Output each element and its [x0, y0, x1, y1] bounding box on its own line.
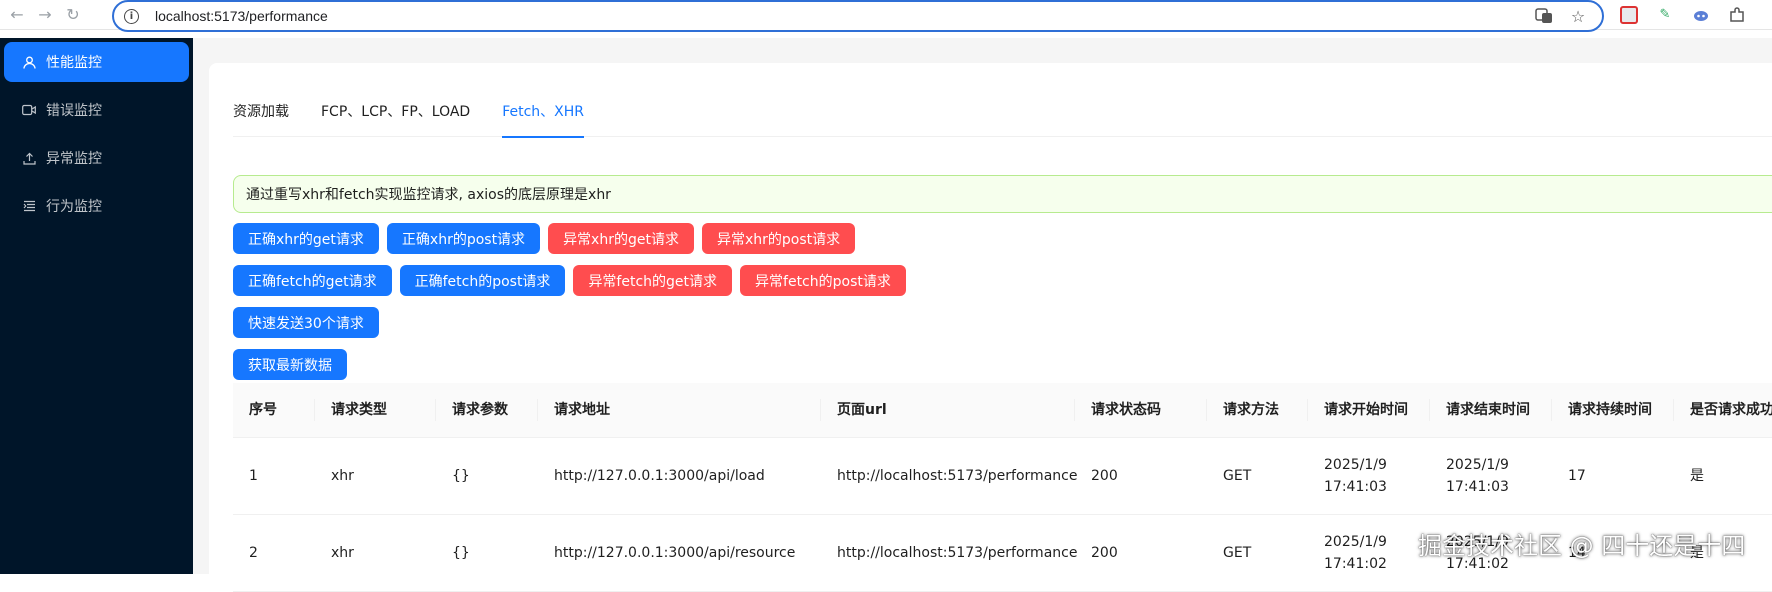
- table-cell: 2025/1/9 17:41:03: [1324, 457, 1387, 495]
- fetch-post-error-button[interactable]: 异常fetch的post请求: [740, 265, 906, 296]
- xhr-button-row: 正确xhr的get请求 正确xhr的post请求 异常xhr的get请求 异常x…: [233, 223, 856, 254]
- column-header: 请求状态码: [1075, 399, 1207, 421]
- content-card: 资源加载 FCP、LCP、FP、LOAD Fetch、XHR 通过重写xhr和f…: [209, 63, 1772, 592]
- site-info-icon[interactable]: i: [124, 8, 139, 24]
- table-cell: 200: [1091, 545, 1118, 561]
- tab-bar: 资源加载 FCP、LCP、FP、LOAD Fetch、XHR: [233, 99, 1772, 138]
- table-cell: xhr: [331, 468, 354, 484]
- fetch-latest-data-button[interactable]: 获取最新数据: [233, 349, 347, 380]
- send-30-requests-button[interactable]: 快速发送30个请求: [233, 307, 379, 338]
- column-header: 请求参数: [436, 399, 538, 421]
- table-header: 序号 请求类型 请求参数 请求地址 页面url 请求状态码 请求方法 请求开始时…: [233, 383, 1772, 438]
- table-cell: http://127.0.0.1:3000/api/resource: [554, 545, 796, 561]
- url-text[interactable]: localhost:5173/performance: [155, 8, 328, 24]
- sidebar-item-label: 异常监控: [46, 151, 102, 167]
- fetch-get-success-button[interactable]: 正确fetch的get请求: [233, 265, 392, 296]
- sidebar: 性能监控 错误监控 异常监控 行为监控: [0, 38, 193, 574]
- xhr-get-error-button[interactable]: 异常xhr的get请求: [548, 223, 694, 254]
- fetch-post-success-button[interactable]: 正确fetch的post请求: [399, 265, 566, 296]
- reload-icon[interactable]: ↻: [62, 4, 84, 26]
- table-cell: xhr: [331, 545, 354, 561]
- address-bar[interactable]: i localhost:5173/performance ☆: [112, 0, 1604, 32]
- xhr-post-success-button[interactable]: 正确xhr的post请求: [386, 223, 541, 254]
- tab-resource-loading[interactable]: 资源加载: [233, 99, 289, 137]
- column-header: 请求类型: [315, 399, 436, 421]
- table-row: 1 xhr {} http://127.0.0.1:3000/api/load …: [233, 438, 1772, 515]
- column-header: 请求开始时间: [1308, 399, 1430, 421]
- tab-fetch-xhr[interactable]: Fetch、XHR: [502, 99, 584, 138]
- column-header: 页面url: [821, 399, 1075, 421]
- extension-icon[interactable]: [1620, 6, 1638, 24]
- sidebar-item-errors[interactable]: 错误监控: [4, 90, 189, 130]
- table-cell: http://localhost:5173/performance: [837, 468, 1078, 484]
- table-cell: 2025/1/9 17:41:03: [1446, 457, 1509, 495]
- xhr-post-error-button[interactable]: 异常xhr的post请求: [701, 223, 856, 254]
- sidebar-item-label: 性能监控: [46, 55, 102, 71]
- watermark: 掘金技术社区 @ 四十还是十四: [1418, 532, 1746, 560]
- translate-icon[interactable]: [1534, 6, 1554, 26]
- column-header: 请求结束时间: [1430, 399, 1552, 421]
- column-header: 序号: [233, 399, 315, 421]
- column-header: 请求持续时间: [1552, 399, 1674, 421]
- table-cell: GET: [1223, 468, 1252, 484]
- main-content: 资源加载 FCP、LCP、FP、LOAD Fetch、XHR 通过重写xhr和f…: [193, 38, 1772, 592]
- user-icon: [22, 55, 36, 69]
- bulk-button-row: 快速发送30个请求: [233, 307, 379, 338]
- column-header: 请求方法: [1207, 399, 1308, 421]
- robot-extension-icon[interactable]: [1692, 6, 1710, 24]
- list-icon: [22, 199, 36, 213]
- bookmark-star-icon[interactable]: ☆: [1568, 6, 1588, 26]
- puzzle-extension-icon[interactable]: [1728, 6, 1746, 24]
- upload-icon: [22, 151, 36, 165]
- column-header: 请求地址: [538, 399, 821, 421]
- fetch-get-error-button[interactable]: 异常fetch的get请求: [573, 265, 733, 296]
- column-header: 是否请求成功: [1690, 402, 1772, 418]
- xhr-get-success-button[interactable]: 正确xhr的get请求: [233, 223, 379, 254]
- sidebar-item-exceptions[interactable]: 异常监控: [4, 138, 189, 178]
- back-icon[interactable]: ←: [6, 4, 28, 26]
- edit-extension-icon[interactable]: ✎: [1656, 6, 1674, 24]
- sidebar-item-label: 错误监控: [46, 103, 102, 119]
- info-alert: 通过重写xhr和fetch实现监控请求, axios的底层原理是xhr: [233, 175, 1772, 213]
- table-cell: 1: [249, 468, 258, 484]
- forward-icon[interactable]: →: [34, 4, 56, 26]
- table-cell: {}: [452, 545, 470, 561]
- refresh-button-row: 获取最新数据: [233, 349, 347, 380]
- table-cell: 17: [1568, 468, 1586, 484]
- sidebar-item-label: 行为监控: [46, 199, 102, 215]
- tab-web-vitals[interactable]: FCP、LCP、FP、LOAD: [321, 99, 470, 137]
- table-cell: {}: [452, 468, 470, 484]
- fetch-button-row: 正确fetch的get请求 正确fetch的post请求 异常fetch的get…: [233, 265, 906, 296]
- table-cell: 2: [249, 545, 258, 561]
- table-cell: http://localhost:5173/performance: [837, 545, 1078, 561]
- table-cell: http://127.0.0.1:3000/api/load: [554, 468, 765, 484]
- table-cell: GET: [1223, 545, 1252, 561]
- sidebar-item-behavior[interactable]: 行为监控: [4, 186, 189, 226]
- video-icon: [22, 103, 36, 117]
- alert-text: 通过重写xhr和fetch实现监控请求, axios的底层原理是xhr: [246, 187, 611, 203]
- sidebar-item-performance[interactable]: 性能监控: [4, 42, 189, 82]
- table-cell: 2025/1/9 17:41:02: [1324, 534, 1387, 572]
- table-cell: 200: [1091, 468, 1118, 484]
- table-cell: 是: [1690, 468, 1704, 484]
